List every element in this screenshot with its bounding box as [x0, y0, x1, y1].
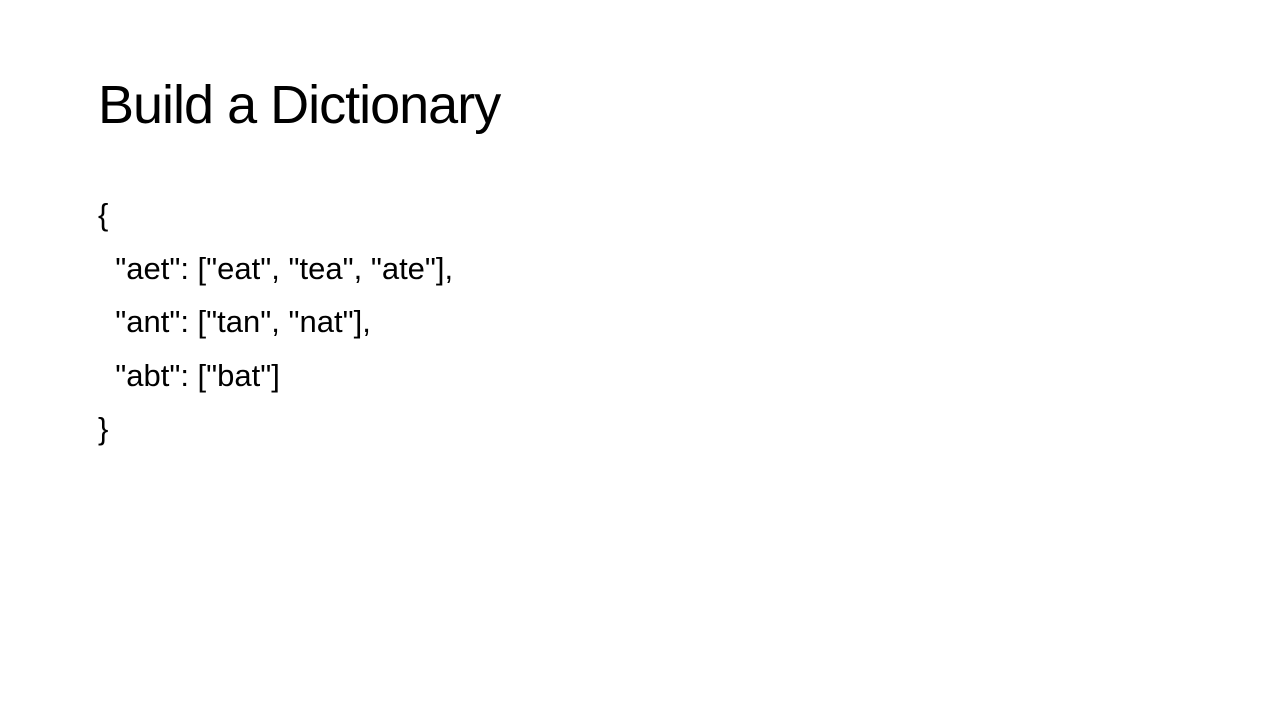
code-line-close-brace: }: [98, 411, 109, 446]
slide-title: Build a Dictionary: [98, 75, 501, 135]
slide: Build a Dictionary { "aet": ["eat", "tea…: [0, 0, 1280, 720]
code-line-aet-entry: "aet": ["eat", "tea", "ate"],: [98, 250, 454, 286]
dictionary-code-block: { "aet": ["eat", "tea", "ate"], "ant": […: [98, 188, 453, 456]
code-line-ant-entry: "ant": ["tan", "nat"],: [98, 304, 371, 339]
code-line-abt-entry: "abt": ["bat"]: [98, 357, 280, 393]
code-line-open-brace: {: [98, 197, 109, 232]
